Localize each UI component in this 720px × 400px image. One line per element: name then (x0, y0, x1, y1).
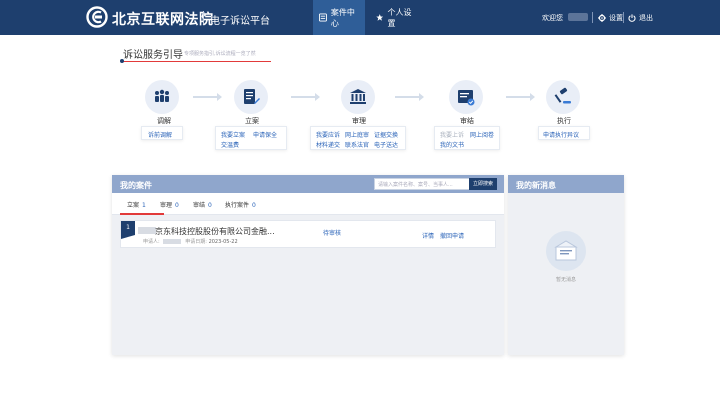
step-label-trial: 审理 (352, 117, 366, 125)
flow-arrow (291, 93, 320, 101)
welcome-text: 欢迎您 (542, 14, 563, 22)
court-logo-icon (86, 6, 108, 28)
guide-underline (121, 61, 271, 62)
case-withdraw-link[interactable]: 撤回申请 (440, 231, 464, 240)
guide-underline-dot (120, 59, 124, 63)
my-messages-header: 我的新消息 (508, 175, 624, 193)
power-icon (628, 14, 636, 22)
applicant-redacted (162, 239, 181, 244)
link-apply-preservation[interactable]: 申请保全 (253, 130, 277, 139)
tab-trial-count: 0 (175, 202, 179, 209)
my-cases-panel: 我的案件 请输入案件名称、案号、当事人... 立即搜索 立案 1 审理 0 审结 0 … (112, 175, 504, 355)
top-navigation-bar: 北京互联网法院 电子诉讼平台 案件中心 个人设置 欢迎您 设置 退出 (0, 0, 720, 35)
tab-concluded-count: 0 (208, 202, 212, 209)
my-messages-panel: 我的新消息 暂无消息 (508, 175, 624, 355)
link-my-documents[interactable]: 我的文书 (440, 140, 464, 149)
my-cases-title: 我的案件 (120, 181, 152, 190)
case-name-redacted (138, 227, 156, 234)
case-meta: 申请人: 申请日期: 2023-05-22 (143, 238, 238, 245)
nav-case-center-label: 案件中心 (330, 7, 355, 28)
my-messages-title: 我的新消息 (516, 181, 556, 190)
header-divider (592, 12, 593, 23)
mediation-step-icon[interactable] (145, 80, 179, 114)
username-redacted (568, 13, 588, 21)
tab-concluded-label: 审结 (193, 202, 206, 209)
tab-enforcement-count: 0 (252, 202, 256, 209)
link-pre-mediation[interactable]: 诉前调解 (148, 130, 172, 139)
document-pen-icon (244, 89, 260, 104)
empty-messages-illustration (546, 231, 586, 271)
tab-filing-count: 1 (142, 202, 146, 209)
verdict-document-icon (458, 90, 475, 106)
case-center-icon (319, 13, 327, 22)
courthouse-icon (350, 89, 366, 104)
link-online-hearing[interactable]: 网上庭审 (345, 130, 369, 139)
step-label-enforcement: 执行 (557, 117, 571, 125)
link-e-service[interactable]: 电子送达 (374, 140, 398, 149)
link-evidence-exchange[interactable]: 证据交换 (374, 130, 398, 139)
case-status: 待审核 (323, 230, 342, 237)
link-submit-materials[interactable]: 材料递交 (316, 140, 340, 149)
guide-subtitle: 专项服务指引,诉讼流程一览了然 (184, 51, 256, 57)
logout-label: 退出 (639, 14, 653, 22)
guide-title: 诉讼服务引导 (123, 50, 183, 61)
step-label-filing: 立案 (245, 117, 259, 125)
flow-arrow (193, 93, 222, 101)
link-enforcement-objection[interactable]: 申请执行异议 (543, 130, 579, 139)
tab-filing-label: 立案 (127, 202, 140, 209)
search-button[interactable]: 立即搜索 (469, 178, 497, 190)
tab-enforcement[interactable]: 执行案件 0 (225, 200, 256, 209)
flow-arrow (395, 93, 424, 101)
concluded-step-icon[interactable] (449, 80, 483, 114)
star-icon (376, 14, 384, 21)
tab-concluded[interactable]: 审结 0 (193, 200, 212, 209)
flow-arrow (506, 93, 535, 101)
my-cases-header: 我的案件 请输入案件名称、案号、当事人... 立即搜索 (112, 175, 504, 193)
apply-date: 2023-05-22 (208, 239, 238, 245)
step-label-concluded: 审结 (460, 117, 474, 125)
step-label-mediation: 调解 (157, 117, 171, 125)
gavel-icon (554, 87, 571, 104)
envelope-icon (554, 240, 578, 261)
tab-trial[interactable]: 审理 0 (160, 200, 179, 209)
court-name: 北京互联网法院 (112, 12, 214, 28)
case-status-tabs: 立案 1 审理 0 审结 0 执行案件 0 (112, 193, 504, 215)
nav-personal-label: 个人设置 (387, 7, 412, 28)
link-pay-fee[interactable]: 交温费 (221, 140, 239, 149)
link-contact-judge[interactable]: 联系法官 (345, 140, 369, 149)
case-index-badge: 1 (121, 221, 135, 239)
filing-step-icon[interactable] (234, 80, 268, 114)
case-search-input[interactable]: 请输入案件名称、案号、当事人... (374, 178, 470, 190)
nav-personal-settings[interactable]: 个人设置 (370, 0, 420, 35)
link-file-case[interactable]: 我要立案 (221, 130, 245, 139)
enforcement-step-icon[interactable] (546, 80, 580, 114)
tab-enforcement-label: 执行案件 (225, 202, 250, 209)
people-icon (155, 89, 169, 102)
tab-trial-label: 审理 (160, 202, 173, 209)
tab-filing[interactable]: 立案 1 (127, 200, 146, 209)
link-online-file-review[interactable]: 网上阅卷 (470, 130, 494, 139)
empty-messages-text: 暂无消息 (555, 277, 576, 283)
logout-link[interactable]: 退出 (628, 13, 653, 23)
nav-case-center[interactable]: 案件中心 (313, 0, 365, 35)
platform-name: 电子诉讼平台 (210, 16, 270, 27)
settings-link[interactable]: 设置 (598, 13, 623, 23)
case-detail-link[interactable]: 详情 (422, 231, 434, 240)
trial-step-icon[interactable] (341, 80, 375, 114)
header-divider (623, 12, 624, 23)
settings-label: 设置 (609, 14, 623, 22)
apply-date-label: 申请日期: (185, 239, 207, 245)
applicant-label: 申请人: (143, 239, 160, 245)
link-respond[interactable]: 我要应诉 (316, 130, 340, 139)
link-appeal[interactable]: 我要上诉 (440, 130, 464, 139)
gear-icon (598, 14, 606, 22)
case-title[interactable]: 京东科技控股股份有限公司金融... (155, 226, 275, 237)
brand-divider (203, 11, 204, 24)
case-list-item[interactable]: 1 京东科技控股股份有限公司金融... 申请人: 申请日期: 2023-05-2… (120, 220, 496, 248)
active-tab-indicator (120, 213, 164, 215)
